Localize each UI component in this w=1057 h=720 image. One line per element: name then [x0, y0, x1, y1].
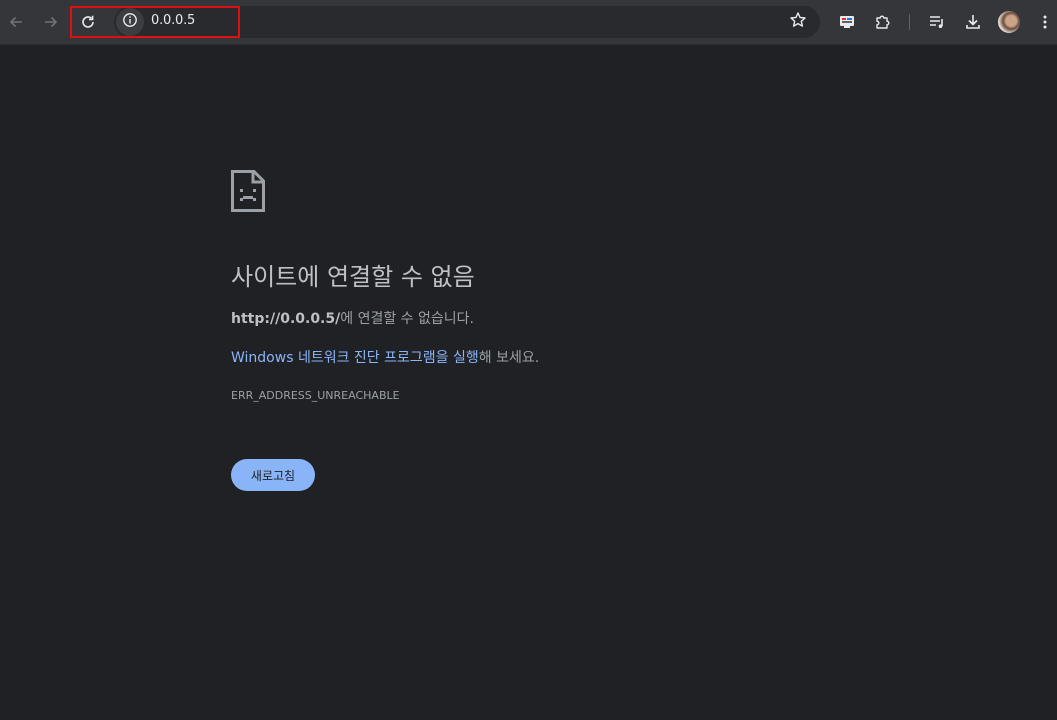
error-message-rest: 에 연결할 수 없습니다. — [340, 311, 474, 327]
download-icon — [964, 13, 982, 31]
bookmark-button[interactable] — [784, 8, 812, 36]
arrow-right-icon — [43, 14, 59, 30]
extension-badge-button[interactable] — [833, 8, 861, 36]
extension-badge-icon — [838, 14, 856, 30]
media-button[interactable] — [923, 8, 951, 36]
forward-button[interactable] — [37, 8, 65, 36]
site-info-button[interactable] — [116, 8, 144, 36]
diagnostics-suggestion: Windows 네트워크 진단 프로그램을 실행해 보세요. — [231, 347, 539, 367]
diagnostics-link[interactable]: Windows 네트워크 진단 프로그램을 실행 — [231, 350, 479, 366]
more-vert-icon — [1042, 14, 1048, 30]
media-queue-icon — [928, 13, 946, 31]
sad-page-icon — [231, 170, 265, 216]
error-code: ERR_ADDRESS_UNREACHABLE — [231, 389, 400, 402]
reload-icon — [80, 14, 96, 30]
page-title: 사이트에 연결할 수 없음 — [231, 263, 475, 291]
error-message: http://0.0.0.5/에 연결할 수 없습니다. — [231, 308, 474, 328]
info-icon — [122, 12, 138, 32]
reload-page-button[interactable]: 새로고침 — [231, 459, 315, 491]
downloads-button[interactable] — [959, 8, 987, 36]
extensions-button[interactable] — [869, 8, 897, 36]
arrow-left-icon — [8, 14, 24, 30]
diagnostics-rest: 해 보세요. — [478, 350, 540, 366]
star-icon — [789, 11, 807, 33]
url-text[interactable]: 0.0.0.5 — [151, 13, 195, 28]
error-url: http://0.0.0.5/ — [231, 311, 341, 327]
address-bar[interactable]: 0.0.0.5 — [114, 6, 820, 38]
menu-button[interactable] — [1031, 8, 1057, 36]
reload-button[interactable] — [74, 8, 102, 36]
avatar[interactable] — [998, 11, 1020, 33]
puzzle-icon — [874, 13, 892, 31]
browser-toolbar: 0.0.0.5 — [0, 0, 1057, 45]
toolbar-divider — [909, 14, 910, 30]
back-button[interactable] — [2, 8, 30, 36]
